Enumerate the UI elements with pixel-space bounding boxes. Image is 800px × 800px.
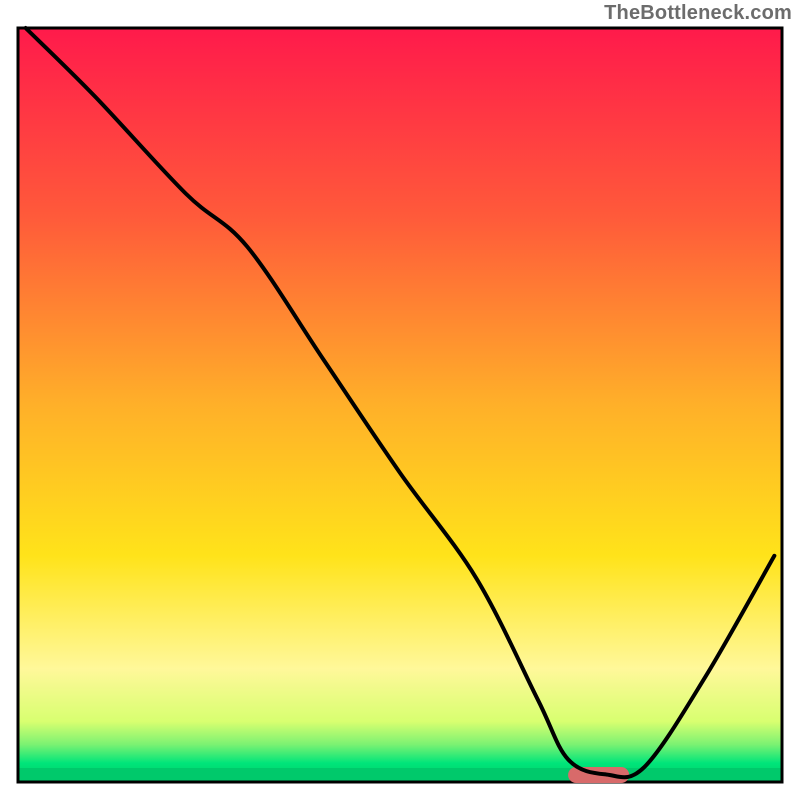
chart-container: TheBottleneck.com: [0, 0, 800, 800]
bottleneck-chart: [0, 0, 800, 800]
watermark-text: TheBottleneck.com: [604, 2, 792, 25]
chart-baseline-band: [18, 768, 782, 782]
chart-background: [18, 28, 782, 782]
